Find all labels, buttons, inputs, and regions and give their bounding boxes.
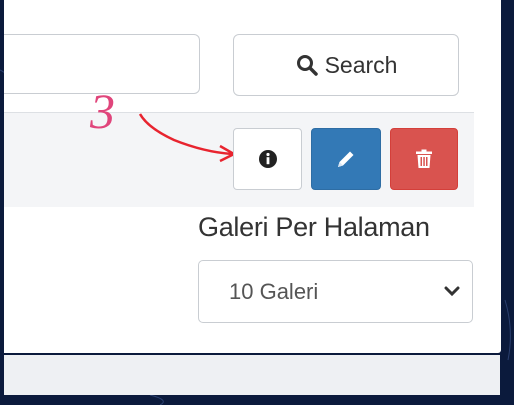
search-button-label: Search [324, 51, 398, 78]
edit-button[interactable] [311, 128, 381, 190]
annotation-arrow [138, 113, 237, 163]
chevron-down-icon [444, 286, 460, 297]
pencil-icon [338, 151, 354, 167]
per-page-select[interactable]: 10 Galeri [198, 260, 473, 323]
search-button[interactable]: Search [233, 34, 459, 96]
delete-button[interactable] [390, 128, 458, 190]
annotation-number: 3 [90, 83, 115, 139]
main-panel: Search 3 Galeri Per Halaman 10 Galeri [4, 0, 501, 353]
search-icon [296, 55, 318, 76]
per-page-selected-value: 10 Galeri [229, 278, 319, 304]
per-page-label: Galeri Per Halaman [198, 212, 430, 242]
footer-strip [4, 355, 500, 395]
info-button[interactable] [233, 128, 302, 190]
info-icon [258, 150, 277, 168]
trash-icon [416, 149, 432, 168]
